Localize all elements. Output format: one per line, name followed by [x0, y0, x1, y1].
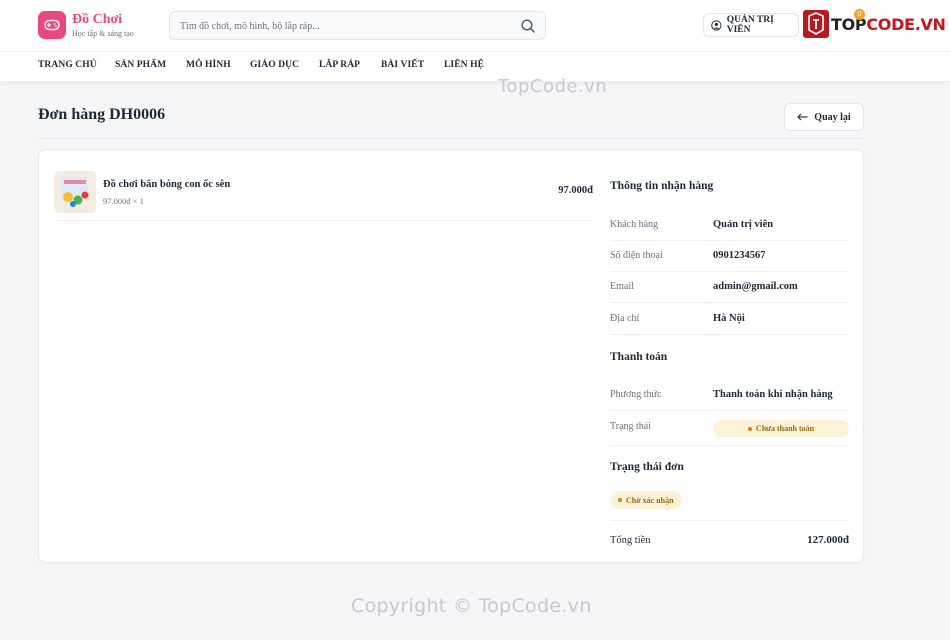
search-icon[interactable]: [520, 18, 536, 34]
order-status-text: Chờ xác nhận: [626, 495, 674, 505]
brand-text: TOPCODE.VN: [831, 15, 946, 34]
brand-mark-icon: [803, 10, 829, 38]
nav-item-articles[interactable]: BÀI VIẾT: [381, 60, 424, 70]
nav-item-assembly[interactable]: LẮP RÁP: [319, 60, 360, 70]
user-circle-icon: [711, 19, 722, 31]
payment-status-badge: Chưa thanh toán: [713, 420, 849, 437]
payment-row-method: Phương thức Thanh toán khi nhận hàng: [610, 380, 849, 411]
watermark-bottom: Copyright © TopCode.vn: [351, 595, 592, 617]
payment-section-title: Thanh toán: [610, 351, 668, 363]
payment-method-value: Thanh toán khi nhận hàng: [713, 389, 833, 400]
nav-item-contact[interactable]: LIÊN HỆ: [444, 60, 484, 70]
gamepad-icon[interactable]: [38, 11, 66, 39]
order-total-row: Tổng tiền 127.000đ: [610, 520, 849, 556]
receiver-row-address: Địa chỉ Hà Nội: [610, 304, 849, 335]
payment-status-label: Trạng thái: [610, 421, 652, 432]
receiver-value: 0901234567: [713, 250, 766, 261]
brand-text-code: CODE.VN: [866, 14, 946, 34]
payment-method-label: Phương thức: [610, 389, 662, 400]
search-input[interactable]: [180, 18, 500, 34]
product-thumbnail[interactable]: [54, 171, 96, 213]
order-detail-card: Đồ chơi bắn bóng con ốc sên 97.000đ × 1 …: [38, 149, 864, 563]
payment-row-status: Trạng thái Chưa thanh toán: [610, 412, 849, 446]
receiver-value: Quản trị viên: [713, 219, 774, 230]
receiver-row-customer: Khách hàng Quản trị viên: [610, 210, 849, 241]
back-button-label: Quay lại: [814, 111, 851, 123]
search-box: [169, 11, 546, 40]
title-divider: [38, 138, 864, 139]
product-unit-qty: 97.000đ × 1: [103, 196, 144, 206]
logo-subtitle: Học tập & sáng tạo: [72, 29, 134, 38]
back-button[interactable]: Quay lại: [784, 103, 864, 131]
order-item[interactable]: Đồ chơi bắn bóng con ốc sên 97.000đ × 1 …: [54, 171, 593, 221]
brand-logo: TOPCODE.VN: [803, 9, 946, 39]
receiver-value: admin@gmail.com: [713, 281, 798, 292]
total-label: Tổng tiền: [610, 535, 651, 546]
receiver-label: Email: [610, 281, 634, 292]
logo-title[interactable]: Đồ Chơi: [72, 12, 122, 28]
top-header: Đồ Chơi Học tập & sáng tạo QUẢN TRỊ VIÊN…: [0, 0, 950, 52]
receiver-value: Hà Nội: [713, 313, 745, 324]
arrow-left-icon: [797, 113, 808, 121]
receiver-section-title: Thông tin nhận hàng: [610, 180, 714, 192]
account-label: QUẢN TRỊ VIÊN: [726, 15, 774, 35]
receiver-label: Số điện thoại: [610, 250, 663, 261]
nav-item-products[interactable]: SẢN PHẨM: [115, 60, 166, 70]
main-nav: TRANG CHỦ SẢN PHẨM MÔ HÌNH GIÁO DỤC LẮP …: [0, 52, 950, 82]
receiver-label: Địa chỉ: [610, 313, 640, 324]
order-status-title: Trạng thái đơn: [610, 461, 684, 473]
watermark-top: TopCode.vn: [498, 76, 608, 97]
notification-badge: 0: [854, 9, 865, 20]
nav-item-models[interactable]: MÔ HÌNH: [186, 60, 231, 70]
receiver-row-email: Email admin@gmail.com: [610, 272, 849, 303]
nav-item-education[interactable]: GIÁO DỤC: [250, 60, 299, 70]
payment-status-text: Chưa thanh toán: [755, 424, 815, 433]
receiver-row-phone: Số điện thoại 0901234567: [610, 241, 849, 272]
receiver-label: Khách hàng: [610, 219, 659, 230]
nav-item-home[interactable]: TRANG CHỦ: [38, 60, 97, 70]
total-value: 127.000đ: [807, 534, 849, 546]
product-name[interactable]: Đồ chơi bắn bóng con ốc sên: [103, 179, 230, 190]
status-dot-icon: [747, 426, 752, 431]
product-line-total: 97.000đ: [558, 185, 593, 196]
account-button[interactable]: QUẢN TRỊ VIÊN: [703, 13, 799, 37]
status-dot-icon: [618, 498, 622, 502]
page-title: Đơn hàng DH0006: [38, 106, 166, 123]
order-status-badge: Chờ xác nhận: [610, 491, 682, 509]
